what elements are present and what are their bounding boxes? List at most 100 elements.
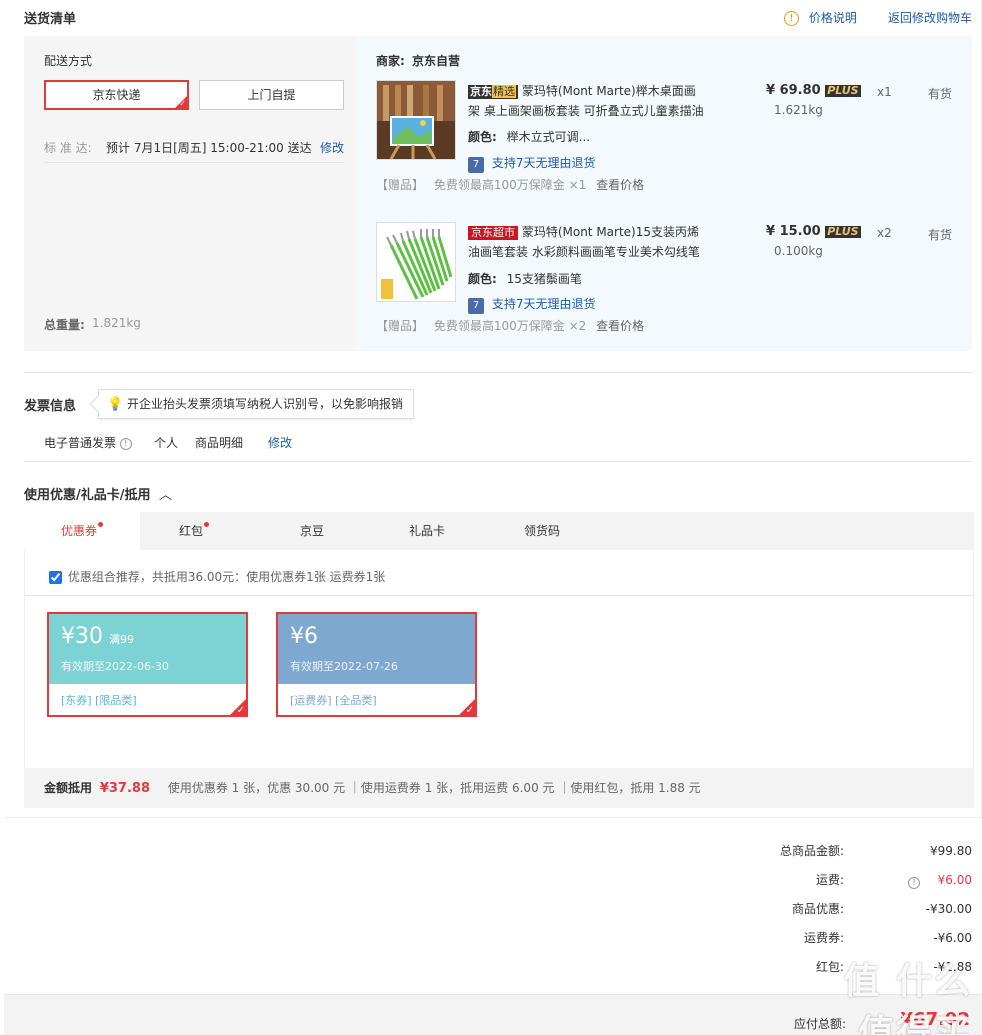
- tip-arrow: [89, 395, 107, 413]
- gift-row-brushes: 【赠品】 免费领最高100万保障金 ×2 查看价格: [376, 317, 644, 334]
- help-icon[interactable]: !: [119, 437, 132, 450]
- combo-checkbox[interactable]: [49, 571, 62, 584]
- tab-label: 红包: [178, 524, 203, 538]
- total-goods-row: 总商品金额: ¥99.80: [672, 841, 972, 861]
- price-value: ¥ 15.00: [766, 224, 821, 239]
- discount-tabs: 优惠券 红包 京豆 礼品卡 领货码: [24, 512, 974, 551]
- plus-badge: PLUS: [825, 84, 861, 97]
- coupon-top: ¥30 满99 有效期至2022-06-30: [49, 614, 246, 684]
- coupon-card-6[interactable]: ¥6 有效期至2022-07-26 [运费券] [全品类] ✓: [276, 612, 477, 717]
- combo-text: 优惠组合推荐，共抵用36.00元：使用优惠券1张 运费券1张: [67, 570, 386, 584]
- item-qty-easel: x1: [877, 85, 892, 99]
- tab-pickup-code[interactable]: 领货码: [484, 512, 600, 550]
- return-policy-easel: 7 支持7天无理由退货: [468, 154, 595, 173]
- brushes-image: [377, 223, 455, 301]
- invoice-type-text: 电子普通发票: [44, 436, 117, 450]
- back-to-cart-link[interactable]: 返回修改购物车: [888, 9, 972, 26]
- color-value: 榉木立式可调...: [506, 130, 591, 144]
- total-weight-value: 1.821kg: [92, 316, 141, 330]
- shipping-fee-row: 运费: ! ¥6.00: [672, 870, 972, 890]
- divider: [25, 595, 973, 596]
- gift-price-link[interactable]: 查看价格: [596, 319, 644, 333]
- discount-section-toggle[interactable]: 使用优惠/礼品卡/抵用 ︿: [24, 484, 172, 503]
- total-label: 运费券:: [803, 931, 844, 945]
- product-color-easel: 颜色: 榉木立式可调...: [468, 128, 590, 145]
- tab-red-packet[interactable]: 红包: [136, 512, 252, 550]
- product-title-line2: 油画笔套装 水彩颜料画画笔专业美术勾线笔: [468, 245, 700, 259]
- total-value: -¥30.00: [925, 902, 972, 916]
- total-weight-label: 总重量:: [44, 318, 85, 332]
- jd-supermarket-badge: 京东超市: [468, 226, 518, 240]
- coupon-tags: [运费券] [全品类]: [290, 694, 377, 707]
- summary-amount: ¥37.88: [99, 781, 151, 796]
- watermark-logo: 值 什么值得买: [822, 952, 972, 1035]
- return-policy-text: 支持7天无理由退货: [491, 156, 596, 170]
- product-title-brushes[interactable]: 京东超市 蒙玛特(Mont Marte)15支装丙烯 油画笔套装 水彩颜料画画笔…: [468, 222, 708, 262]
- product-color-brushes: 颜色: 15支猪鬃画笔: [468, 270, 582, 287]
- shipping-info-icon[interactable]: !: [908, 872, 920, 892]
- seven-day-return-icon: 7: [468, 298, 484, 314]
- gift-price-link[interactable]: 查看价格: [596, 178, 644, 192]
- price-note-link[interactable]: ! 价格说明: [784, 9, 857, 26]
- plus-badge: PLUS: [825, 225, 861, 238]
- price-note-label: 价格说明: [808, 11, 857, 25]
- color-value: 15支猪鬃画笔: [506, 272, 582, 286]
- red-dot-icon: [204, 522, 209, 527]
- divider: [24, 461, 972, 462]
- eta-value: 预计 7月1日[周五] 15:00-21:00 送达: [106, 141, 312, 155]
- product-image-brushes[interactable]: [376, 222, 456, 302]
- total-label: 运费:: [815, 873, 844, 887]
- info-icon: !: [784, 11, 799, 26]
- item-price-easel: ¥ 69.80 PLUS: [766, 83, 861, 98]
- return-policy-brushes: 7 支持7天无理由退货: [468, 295, 595, 314]
- eta-label: 标 准 达:: [44, 141, 92, 155]
- discount-summary: 金额抵用 ¥37.88 使用优惠券 1 张，优惠 30.00 元 ｜使用运费券 …: [24, 768, 974, 808]
- item-stock-brushes: 有货: [928, 228, 953, 242]
- goods-box: 商家: 京东自营 京东精选 蒙玛特(Mont Marte)榉木桌面画 架 桌上画…: [356, 36, 972, 351]
- item-weight-easel: 1.621kg: [774, 103, 823, 117]
- combo-recommend[interactable]: 优惠组合推荐，共抵用36.00元：使用优惠券1张 运费券1张: [49, 568, 385, 585]
- tab-label: 领货码: [523, 524, 560, 538]
- invoice-content: 商品明细: [195, 436, 244, 450]
- product-image-easel[interactable]: [376, 80, 456, 160]
- item-weight-brushes: 0.100kg: [774, 244, 823, 258]
- tab-gift-card[interactable]: 礼品卡: [369, 512, 485, 550]
- watermark-text: 值 什么值得买: [843, 961, 972, 1035]
- item-qty-brushes: x2: [877, 226, 892, 240]
- goods-discount-row: 商品优惠: -¥30.00: [672, 899, 972, 919]
- seller-label: 商家:: [376, 54, 405, 68]
- coupon-date: 有效期至2022-06-30: [61, 660, 169, 673]
- self-pickup-option[interactable]: 上门自提: [199, 80, 344, 110]
- item-stock-easel: 有货: [928, 87, 953, 101]
- color-label: 颜色:: [468, 130, 497, 144]
- seller-name: 京东自营: [412, 54, 461, 68]
- invoice-tip-text: 开企业抬头发票须填写纳税人识别号，以免影响报销: [127, 397, 404, 411]
- tab-label: 优惠券: [60, 524, 97, 538]
- gift-tag: 【赠品】: [376, 178, 425, 192]
- gift-row-easel: 【赠品】 免费领最高100万保障金 ×1 查看价格: [376, 176, 644, 193]
- divider: [44, 162, 344, 163]
- check-icon: ✓: [236, 705, 245, 716]
- invoice-modify-link[interactable]: 修改: [268, 434, 292, 451]
- coupon-card-30[interactable]: ¥30 满99 有效期至2022-06-30 [东券] [限品类] ✓: [47, 612, 248, 717]
- shipping-box: 配送方式 京东快递 ✓ 上门自提 标 准 达: 预计 7月1日[周五] 15:0…: [24, 36, 972, 351]
- item-price-brushes: ¥ 15.00 PLUS: [766, 224, 861, 239]
- jd-express-label: 京东快递: [92, 88, 141, 102]
- jd-selected-badge: 京东精选: [468, 85, 518, 99]
- invoice-type: 电子普通发票 !: [44, 434, 132, 451]
- delivery-list-title: 送货清单: [24, 12, 77, 27]
- product-title-line2: 架 桌上画架画板套装 可折叠立式儿童素描油: [468, 104, 704, 118]
- total-label: 商品优惠:: [791, 902, 844, 916]
- tab-jd-beans[interactable]: 京豆: [254, 512, 370, 550]
- tab-label: 京豆: [299, 524, 324, 538]
- tab-coupons[interactable]: 优惠券: [24, 512, 140, 551]
- product-title-line1: 蒙玛特(Mont Marte)榉木桌面画: [521, 84, 696, 98]
- coupon-top: ¥6 有效期至2022-07-26: [278, 614, 475, 684]
- product-title-easel[interactable]: 京东精选 蒙玛特(Mont Marte)榉木桌面画 架 桌上画架画板套装 可折叠…: [468, 81, 708, 121]
- tab-label: 礼品卡: [408, 524, 445, 538]
- jd-express-option[interactable]: 京东快递 ✓: [44, 80, 189, 110]
- eta-modify-link[interactable]: 修改: [320, 139, 344, 156]
- shipping-method-label: 配送方式: [44, 54, 93, 68]
- order-panel: 送货清单 ! 价格说明 返回修改购物车 配送方式 京东快递 ✓ 上门自提 标 准…: [4, 0, 982, 818]
- check-icon: ✓: [179, 99, 186, 108]
